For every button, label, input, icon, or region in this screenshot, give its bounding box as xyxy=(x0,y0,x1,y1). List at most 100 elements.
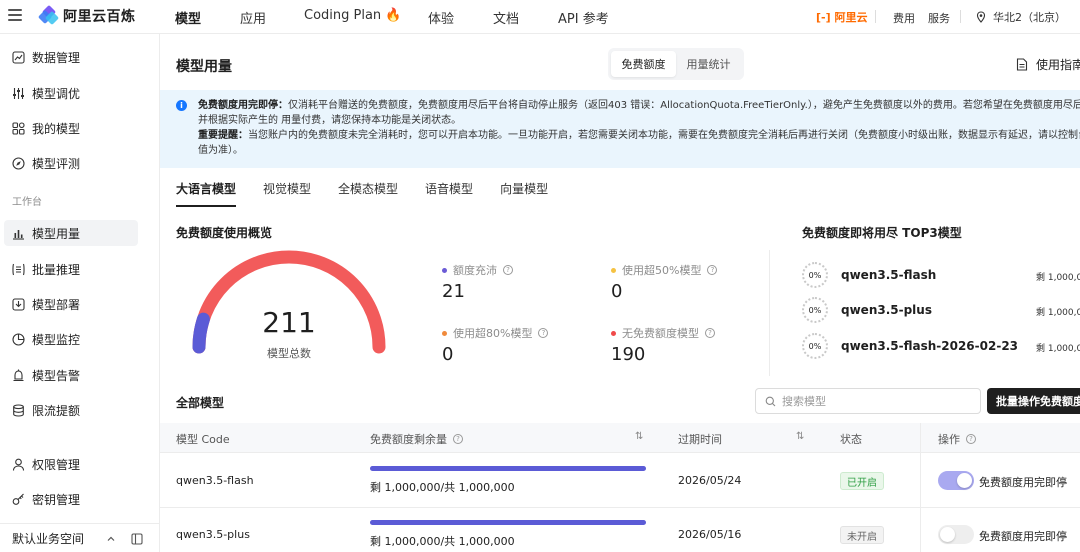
tab-vision[interactable]: 视觉模型 xyxy=(263,180,311,207)
segment-usage-stats[interactable]: 用量统计 xyxy=(676,51,741,77)
segment-free-quota[interactable]: 免费额度 xyxy=(611,51,676,77)
sidebar-item-model-evaluation[interactable]: 模型评测 xyxy=(4,150,138,176)
aliyun-logo-text: 阿里云 xyxy=(834,11,868,24)
user-icon xyxy=(12,458,25,471)
remaining-quota-text: 剩 1,000,000/共 1,000,000 xyxy=(370,481,515,494)
status-badge: 已开启 xyxy=(840,472,884,490)
cost-link[interactable]: 费用 xyxy=(893,10,915,26)
remaining-text: 剩 1,000,0 xyxy=(1036,344,1080,354)
sidebar-item-batch-inference[interactable]: 批量推理 xyxy=(4,256,138,282)
workspace-switcher[interactable]: 默认业务空间 xyxy=(0,523,160,552)
column-header-action: 操作? xyxy=(938,431,976,447)
sidebar-item-label: 密钥管理 xyxy=(32,492,81,507)
divider xyxy=(875,10,876,23)
table-header: 模型 Code 免费额度剩余量? ⇅ 过期时间 ⇅ 状态 操作? xyxy=(160,423,1080,453)
stat-sufficient: 额度充沛? 21 xyxy=(442,262,513,302)
key-icon xyxy=(12,493,24,505)
location-icon xyxy=(976,11,986,23)
help-icon[interactable]: ? xyxy=(503,265,513,275)
model-code: qwen3.5-flash xyxy=(176,474,254,487)
auto-stop-toggle[interactable] xyxy=(938,471,974,490)
sidebar-item-model-monitoring[interactable]: 模型监控 xyxy=(4,326,138,352)
search-input[interactable] xyxy=(782,394,962,408)
sidebar-item-model-tuning[interactable]: 模型调优 xyxy=(4,80,138,106)
stat-label: 无免费额度模型 xyxy=(622,327,699,340)
sidebar-item-model-deployment[interactable]: 模型部署 xyxy=(4,291,138,317)
sidebar-item-api-keys[interactable]: 密钥管理 xyxy=(4,486,138,512)
help-icon[interactable]: ? xyxy=(705,328,715,338)
usage-guide-link[interactable]: 使用指南 xyxy=(1016,56,1080,73)
top3-item[interactable]: 0% qwen3.5-flash-2026-02-23 xyxy=(802,333,1018,359)
stat-value: 21 xyxy=(442,281,465,302)
brand-name: 阿里云百炼 xyxy=(63,9,136,25)
tab-embedding[interactable]: 向量模型 xyxy=(500,180,548,207)
sidebar-item-label: 模型用量 xyxy=(32,226,81,241)
service-link[interactable]: 服务 xyxy=(928,10,950,26)
collapse-sidebar-icon[interactable] xyxy=(131,533,143,545)
sidebar-item-model-alerts[interactable]: 模型告警 xyxy=(4,362,138,388)
column-header-expire: 过期时间 xyxy=(678,433,722,446)
region-selector[interactable]: 华北2（北京） xyxy=(975,9,1066,25)
remaining-quota-bar xyxy=(370,466,646,471)
divider xyxy=(769,250,770,376)
toggle-label: 免费额度用完即停 xyxy=(979,530,1067,543)
chevron-up-icon[interactable] xyxy=(106,534,116,544)
usage-guide-label: 使用指南 xyxy=(1036,58,1080,72)
sort-icon[interactable]: ⇅ xyxy=(635,431,643,442)
status-badge: 未开启 xyxy=(840,526,884,544)
fixed-column-divider xyxy=(920,423,921,552)
nav-app[interactable]: 应用 xyxy=(240,8,266,27)
notice-bold-label: 免费额度用完即停： xyxy=(198,100,288,111)
sidebar-item-data-management[interactable]: 数据管理 xyxy=(4,44,138,70)
total-models-label: 模型总数 xyxy=(267,347,311,360)
nav-experience[interactable]: 体验 xyxy=(428,8,454,27)
list-icon xyxy=(12,263,25,275)
sidebar-item-label: 模型调优 xyxy=(32,86,81,101)
menu-icon[interactable] xyxy=(8,9,22,21)
stat-value: 0 xyxy=(611,281,623,302)
sidebar-item-permissions[interactable]: 权限管理 xyxy=(4,451,138,477)
top3-model-name: qwen3.5-flash xyxy=(841,268,937,282)
sidebar-item-label: 限流提额 xyxy=(32,403,81,418)
aliyun-logo[interactable]: [-] 阿里云 xyxy=(816,9,867,25)
sidebar-item-model-usage[interactable]: 模型用量 xyxy=(4,220,138,246)
bar-chart-icon xyxy=(13,229,24,240)
help-icon[interactable]: ? xyxy=(966,434,976,444)
top3-item[interactable]: 0% qwen3.5-flash xyxy=(802,262,936,288)
nav-api-reference[interactable]: API 参考 xyxy=(558,8,609,27)
usage-ring: 0% xyxy=(802,333,828,359)
tab-llm[interactable]: 大语言模型 xyxy=(176,180,237,207)
help-icon[interactable]: ? xyxy=(453,434,463,444)
stat-label: 使用超80%模型 xyxy=(453,327,533,340)
brand-logo[interactable]: 阿里云百炼 xyxy=(37,4,136,26)
expire-date: 2026/05/24 xyxy=(678,474,742,487)
tab-omni[interactable]: 全模态模型 xyxy=(338,180,398,207)
sidebar: 数据管理 模型调优 我的模型 模型评测 工作台 模型用量 批量推理 模型部署 模… xyxy=(0,34,160,552)
grid-icon xyxy=(12,121,25,135)
help-icon[interactable]: ? xyxy=(538,328,549,338)
auto-stop-toggle[interactable] xyxy=(938,525,974,544)
tab-speech[interactable]: 语音模型 xyxy=(425,180,473,207)
toggle-label: 免费额度用完即停 xyxy=(979,476,1067,489)
usage-ring: 0% xyxy=(802,262,828,288)
top3-item[interactable]: 0% qwen3.5-plus xyxy=(802,297,932,323)
notice-line-1: 免费额度用完即停：仅消耗平台赠送的免费额度，免费额度用尽后平台将自动停止服务（返… xyxy=(198,98,1080,113)
bailian-logo-icon xyxy=(37,4,60,26)
notice-line-4: 值为准）。 xyxy=(198,145,243,156)
help-icon[interactable]: ? xyxy=(707,265,718,275)
usage-ring: 0% xyxy=(802,297,828,323)
top3-remaining: 剩 1,000,0 xyxy=(1030,341,1080,354)
nav-docs[interactable]: 文档 xyxy=(493,8,519,27)
nav-coding-plan[interactable]: Coding Plan 🔥 xyxy=(304,8,402,23)
sort-icon[interactable]: ⇅ xyxy=(796,431,804,442)
stat-no-quota: 无免费额度模型? 190 xyxy=(611,325,715,365)
bulk-operation-button[interactable]: 批量操作免费额度 xyxy=(987,388,1080,414)
sidebar-item-my-models[interactable]: 我的模型 xyxy=(4,115,138,141)
region-label: 华北2（北京） xyxy=(993,11,1066,24)
sidebar-item-rate-limit[interactable]: 限流提额 xyxy=(4,397,138,423)
stat-value: 190 xyxy=(611,344,646,365)
notice-line-3: 重要提醒：当您账户内的免费额度未完全消耗时，您可以开启本功能。一旦功能开启，若您… xyxy=(198,128,1080,143)
nav-model[interactable]: 模型 xyxy=(175,8,201,27)
top3-remaining: 剩 1,000,0 xyxy=(1030,305,1080,318)
notice-text: 仅消耗平台赠送的免费额度，免费额度用尽后平台将自动停止服务（返回403 错误：A… xyxy=(288,100,1080,111)
